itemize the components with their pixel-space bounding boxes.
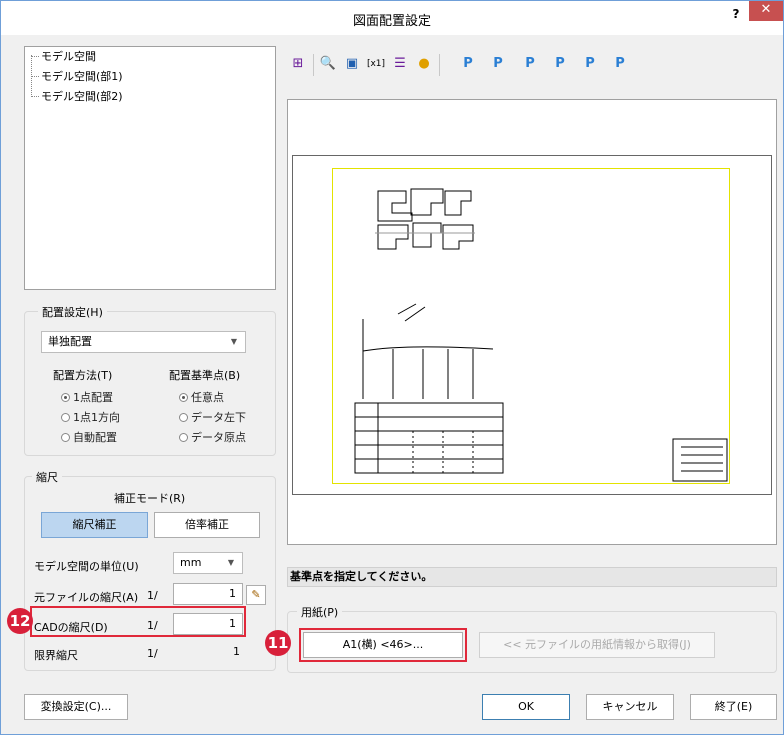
convert-settings-button[interactable]: 変換設定(C)...: [24, 694, 128, 720]
method-option-label: 自動配置: [73, 431, 117, 444]
limit-scale-label: 限界縮尺: [34, 649, 78, 662]
basepoint-option-label: 任意点: [191, 391, 224, 404]
status-message: 基準点を指定してください。: [287, 567, 777, 587]
sheet-info-icon[interactable]: ⊞: [287, 51, 309, 77]
cad-scale-highlight: [30, 606, 246, 637]
chevron-down-icon: ▼: [227, 558, 234, 567]
source-scale-input[interactable]: 1: [173, 583, 243, 605]
method-radio-1pt-1dir[interactable]: 1点1方向: [61, 409, 120, 425]
drawing-preview[interactable]: [287, 99, 777, 545]
limit-scale-value: 1: [233, 645, 240, 658]
source-scale-label: 元ファイルの縮尺(A): [34, 591, 139, 604]
method-option-label: 1点配置: [73, 391, 113, 404]
tree-item-model-space-part2[interactable]: モデル空間(部2): [41, 89, 123, 105]
method-radio-auto[interactable]: 自動配置: [61, 429, 117, 445]
point-p-center-icon[interactable]: P: [519, 51, 541, 77]
basepoint-radio-origin[interactable]: データ原点: [179, 429, 246, 445]
basepoint-radio-any[interactable]: 任意点: [179, 389, 224, 405]
drawing-frame: [332, 168, 730, 484]
placement-settings-legend: 配置設定(H): [38, 304, 107, 320]
unit-value: mm: [180, 556, 202, 569]
scale-1-icon[interactable]: [x1]: [365, 51, 387, 77]
basepoint-option-label: データ原点: [191, 431, 246, 444]
bulb-icon[interactable]: ●: [413, 51, 435, 77]
dialog-title: 図面配置設定: [352, 14, 431, 29]
close-button[interactable]: ✕: [749, 1, 783, 21]
paper-legend: 用紙(P): [297, 604, 343, 620]
point-p-rotate-icon[interactable]: P: [609, 51, 631, 77]
fetch-paper-info-button[interactable]: << 元ファイルの用紙情報から取得(J): [479, 632, 715, 658]
method-radio-1pt[interactable]: 1点配置: [61, 389, 113, 405]
step-badge-11: 11: [265, 630, 291, 656]
scale-legend: 縮尺: [32, 469, 62, 485]
zoom-icon[interactable]: 🔍: [317, 51, 339, 77]
point-p-right-icon[interactable]: P: [549, 51, 571, 77]
placement-mode-select[interactable]: 単独配置 ▼: [41, 331, 246, 353]
paper-size-highlight: [299, 628, 467, 662]
placement-mode-value: 単独配置: [48, 335, 92, 348]
limit-scale-prefix: 1/: [147, 647, 158, 660]
paper-sheet: [292, 155, 772, 495]
fit-icon[interactable]: ▣: [341, 51, 363, 77]
edit-scale-icon[interactable]: ✎: [246, 585, 266, 605]
drawing-layout-dialog: 図面配置設定 ? ✕ モデル空間 モデル空間(部1) モデル空間(部2) 配置設…: [0, 0, 784, 735]
scale-correction-button[interactable]: 縮尺補正: [41, 512, 148, 538]
tree-item-model-space[interactable]: モデル空間: [41, 49, 96, 65]
unit-label: モデル空間の単位(U): [34, 560, 139, 573]
unit-select[interactable]: mm ▼: [173, 552, 243, 574]
point-p-left-icon[interactable]: P: [487, 51, 509, 77]
ok-button[interactable]: OK: [482, 694, 570, 720]
step-badge-12: 12: [7, 608, 33, 634]
chevron-down-icon: ▼: [230, 337, 237, 346]
basepoint-option-label: データ左下: [191, 411, 246, 424]
list-icon[interactable]: ☰: [389, 51, 411, 77]
method-option-label: 1点1方向: [73, 411, 120, 424]
ratio-correction-button[interactable]: 倍率補正: [154, 512, 260, 538]
basepoint-radio-lower-left[interactable]: データ左下: [179, 409, 246, 425]
placement-method-label: 配置方法(T): [53, 369, 113, 382]
tree-item-model-space-part1[interactable]: モデル空間(部1): [41, 69, 123, 85]
title-bar: 図面配置設定 ? ✕: [1, 1, 783, 35]
help-button[interactable]: ?: [726, 7, 746, 23]
exit-button[interactable]: 終了(E): [690, 694, 777, 720]
basepoint-label: 配置基準点(B): [169, 369, 241, 382]
source-scale-prefix: 1/: [147, 589, 158, 602]
cancel-button[interactable]: キャンセル: [586, 694, 674, 720]
point-p-top-icon[interactable]: P: [579, 51, 601, 77]
model-space-tree[interactable]: モデル空間 モデル空間(部1) モデル空間(部2): [24, 46, 276, 290]
point-p-icon[interactable]: P: [457, 51, 479, 77]
drawing-preview-graphic: [354, 188, 728, 482]
preview-toolbar: ⊞ 🔍 ▣ [x1] ☰ ● P P P P P P: [287, 51, 767, 81]
correction-mode-label: 補正モード(R): [114, 492, 186, 505]
